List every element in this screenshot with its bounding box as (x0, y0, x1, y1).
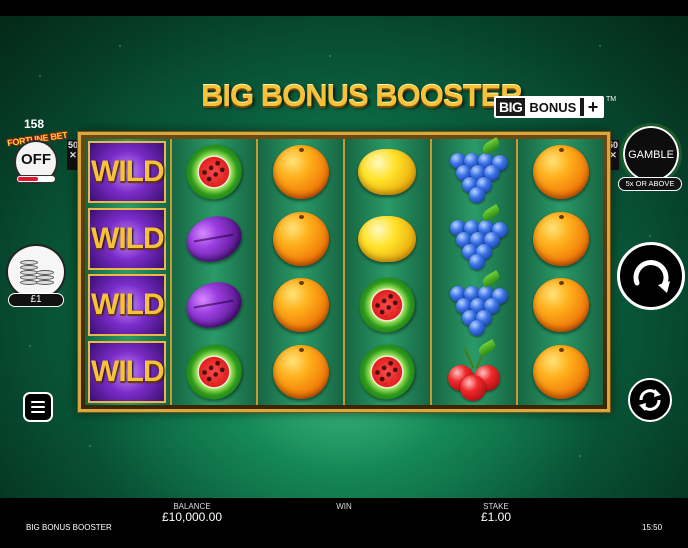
orange-symbol (532, 278, 589, 333)
reels-grid: WILD WILD WILD WILD (85, 134, 604, 410)
reel-cell (262, 274, 340, 336)
reel-column (518, 139, 604, 405)
stake-value: £1.00 (480, 510, 512, 524)
reel-column (431, 137, 519, 405)
reel-column (171, 134, 259, 410)
game-title-logo: BIG BONUS BOOSTER (201, 78, 523, 113)
reel-cell (435, 137, 513, 204)
big-bonus-plus-badge: BIG BONUS + (494, 96, 604, 118)
reel-cell (522, 274, 600, 336)
reel-column (258, 139, 346, 405)
grapes-symbol (444, 270, 509, 337)
reel-cell (262, 208, 340, 270)
grapes-symbol (444, 137, 509, 204)
watermelon-symbol (175, 333, 253, 410)
lemon-symbol (358, 215, 417, 262)
reel-cell (435, 203, 513, 270)
stake-chip-value: £1 (8, 293, 64, 307)
orange-symbol (272, 211, 329, 266)
reel-column (345, 139, 432, 410)
gamble-button[interactable]: GAMBLE (620, 123, 682, 185)
lemon-symbol (358, 149, 417, 196)
reel-cell (435, 270, 513, 337)
gamble-label: GAMBLE (628, 149, 674, 161)
watermelon-symbol (348, 267, 426, 344)
fortune-bet-switch[interactable] (16, 175, 56, 183)
watermelon-symbol (175, 134, 253, 211)
fortune-bet-state: OFF (21, 150, 51, 168)
top-black-bar (0, 0, 688, 16)
badge-plus-icon: + (584, 98, 602, 116)
orange-symbol (272, 145, 329, 200)
reel-cell (175, 274, 253, 336)
spin-button[interactable] (617, 242, 685, 310)
trademark-mark: TM (606, 96, 617, 103)
win-label: WIN (336, 502, 352, 511)
game-name-footer: BIG BONUS BOOSTER (26, 523, 112, 532)
plum-symbol (180, 208, 248, 269)
reel-cell (175, 208, 253, 270)
wild-symbol: WILD (88, 274, 167, 337)
reel-cell (348, 141, 426, 203)
reel-cell (348, 267, 426, 344)
balance-value: £10,000.00 (161, 510, 223, 524)
clock: 15:50 (642, 523, 663, 532)
watermelon-symbol (348, 333, 426, 410)
wild-symbol: WILD (88, 340, 167, 403)
reel-cell (522, 141, 600, 203)
reel-cell (348, 333, 426, 410)
reel-cell: WILD (88, 141, 167, 204)
reel-cell (262, 141, 340, 203)
autoplay-button[interactable] (628, 378, 672, 422)
reels-frame: WILD WILD WILD WILD (78, 132, 610, 412)
fortune-bet-counter: 158 (24, 117, 45, 131)
autoplay-icon (639, 389, 661, 411)
plum-symbol (180, 275, 248, 336)
wild-symbol: WILD (88, 141, 167, 204)
reel-cell (175, 333, 253, 410)
reel-cell (522, 208, 600, 270)
gamble-note: 5x OR ABOVE (618, 177, 682, 191)
spin-arrow-icon (633, 260, 670, 293)
coin-stack-icon (6, 244, 66, 300)
orange-symbol (532, 344, 589, 399)
reel-column: WILD WILD WILD WILD (85, 139, 172, 405)
reel-cell (522, 341, 600, 403)
reel-cell (262, 341, 340, 403)
badge-bonus-text: BONUS (525, 98, 581, 116)
reel-cell (435, 338, 513, 403)
reel-cell: WILD (88, 207, 167, 270)
cherries-symbol (444, 338, 504, 401)
orange-symbol (532, 145, 589, 200)
orange-symbol (272, 344, 329, 399)
badge-big-text: BIG (499, 99, 523, 115)
orange-symbol (272, 278, 329, 333)
reel-cell (348, 208, 426, 270)
reel-cell (175, 134, 253, 211)
reel-cell: WILD (88, 340, 167, 403)
reel-cell: WILD (88, 274, 167, 337)
wild-symbol: WILD (88, 207, 167, 270)
orange-symbol (532, 211, 589, 266)
bottom-status-bar: BALANCE £10,000.00 WIN STAKE £1.00 BIG B… (0, 498, 688, 548)
menu-button[interactable] (23, 392, 53, 422)
hamburger-icon (31, 401, 45, 403)
grapes-symbol (444, 203, 509, 270)
